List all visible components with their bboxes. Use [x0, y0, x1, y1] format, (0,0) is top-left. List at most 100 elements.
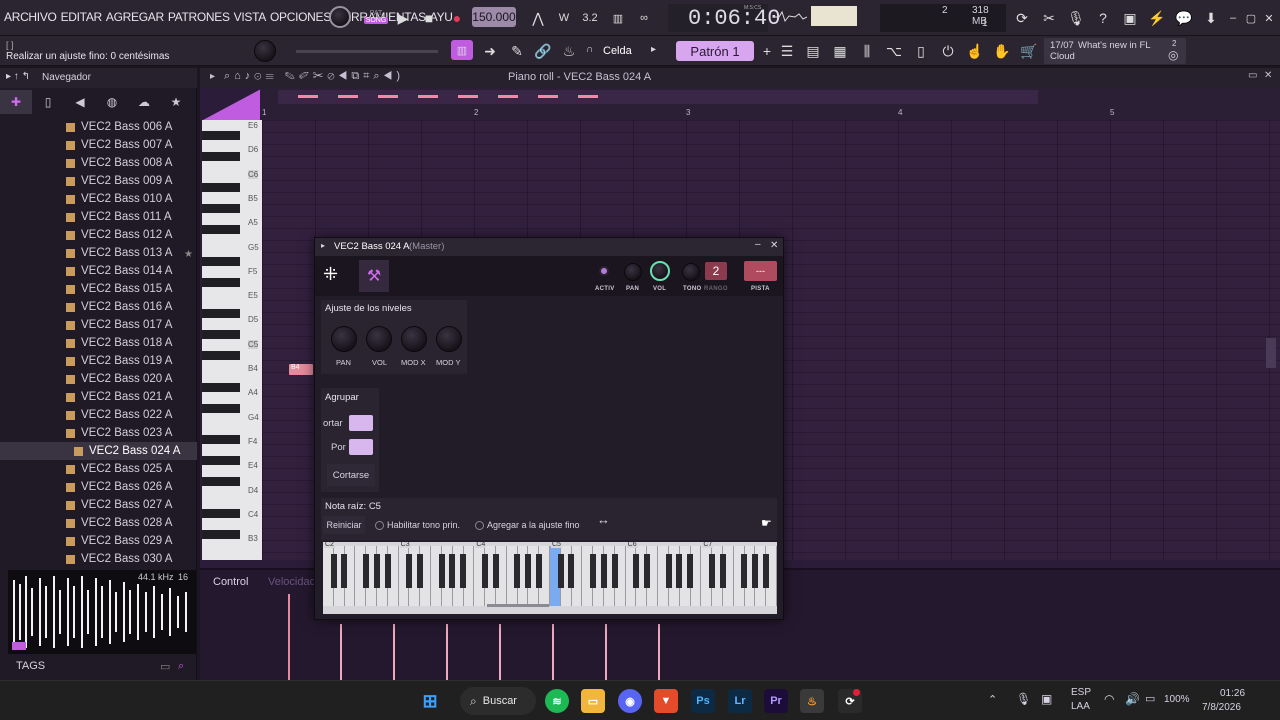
piano-roll-button[interactable]: ▥	[451, 40, 473, 60]
close-button[interactable]: ✕	[1260, 6, 1278, 30]
root-keyboard-black-key[interactable]	[384, 554, 391, 588]
plugin-button[interactable]: ⏻	[936, 39, 960, 63]
menu-archivo[interactable]: ARCHIVO	[4, 10, 57, 24]
folder-icon[interactable]: ▭	[160, 660, 170, 673]
root-keyboard-black-key[interactable]	[708, 554, 715, 588]
root-keyboard-black-key[interactable]	[514, 554, 521, 588]
note-b4[interactable]: B4	[289, 364, 313, 375]
piano-black-key[interactable]	[202, 183, 240, 192]
piano-black-key[interactable]	[202, 456, 240, 465]
velocity-bar[interactable]	[658, 624, 660, 682]
piano-keyboard[interactable]: E6 D6 C6 B5 A5 G5 F5 E5 D5 C5 B4 A4 G4 F4 E4 D4 C4 B3	[202, 120, 262, 560]
channel-rack-button[interactable]: ✎	[505, 39, 529, 63]
piano-roll-menu-arrow-icon[interactable]: ▸	[210, 71, 215, 82]
download-button[interactable]: ⬇	[1199, 6, 1223, 30]
piano-black-key[interactable]	[202, 277, 240, 287]
microphone-tray-icon[interactable]: 🎙	[1016, 692, 1031, 706]
root-keyboard-black-key[interactable]	[535, 554, 542, 588]
play-button[interactable]: ▶	[391, 6, 415, 30]
plugin-minimize-icon[interactable]: –	[755, 239, 761, 250]
piano-black-key[interactable]	[202, 403, 240, 413]
main-pitch-radio[interactable]	[375, 521, 384, 530]
browser-tab-web[interactable]: ◍	[96, 90, 128, 114]
root-note-keyboard[interactable]: C2C3C4C5C6C7C8	[323, 542, 777, 614]
pitch-knob[interactable]	[682, 263, 700, 281]
playlist-button[interactable]: ☰	[775, 39, 799, 63]
vertical-scrollbar[interactable]	[1266, 338, 1276, 368]
windows-start-icon[interactable]: ⊞	[418, 689, 442, 713]
menu-opciones[interactable]: OPCIONES	[270, 10, 331, 24]
premiere-icon[interactable]: Pr	[764, 689, 788, 713]
piano-black-key[interactable]	[202, 330, 240, 339]
wrench-tab-icon[interactable]: ⚒	[359, 260, 389, 292]
photoshop-icon[interactable]: Ps	[691, 689, 715, 713]
brave-icon[interactable]: ▼	[654, 689, 678, 713]
step-edit-button[interactable]: ▥	[606, 6, 630, 30]
sampler-wave-icon[interactable]: ⁜	[323, 264, 338, 285]
root-keyboard-black-key[interactable]	[676, 554, 683, 588]
performance-button[interactable]: ☝	[963, 39, 987, 63]
master-volume-knob[interactable]	[329, 6, 351, 28]
stamp-button[interactable]: ♨	[557, 39, 581, 63]
tools-button[interactable]: ✂	[1037, 6, 1061, 30]
reset-button[interactable]: Reiniciar	[323, 516, 365, 534]
volume-icon[interactable]: 🔊	[1125, 692, 1140, 706]
tags-label[interactable]: TAGS	[16, 660, 45, 672]
file-button[interactable]: ▯	[909, 39, 933, 63]
pr-close-icon[interactable]: ✕	[1264, 70, 1272, 81]
browser-list-item[interactable]: VEC2 Bass 013 A	[0, 244, 197, 262]
piano-black-key[interactable]	[202, 529, 240, 539]
news-panel[interactable]: 17/07 What's new in FL Cloud 2 ◎	[1044, 38, 1186, 64]
browser-list-item[interactable]: VEC2 Bass 016 A	[0, 298, 197, 316]
velocity-bar[interactable]	[340, 624, 342, 682]
browser-tab-files[interactable]: ▯	[32, 90, 64, 114]
level-vol-knob[interactable]	[366, 326, 392, 352]
browser-list-item[interactable]: VEC2 Bass 020 A	[0, 370, 197, 388]
metronome-button[interactable]: ⋀	[526, 6, 550, 30]
browser-tab-all[interactable]: ✚	[0, 90, 32, 114]
stop-button[interactable]: ■	[417, 6, 441, 30]
root-keyboard-black-key[interactable]	[762, 554, 769, 588]
piano-roll-view-button[interactable]: ▤	[801, 39, 825, 63]
master-pitch-slider[interactable]	[296, 50, 438, 53]
channel-rack-view-button[interactable]: ▦	[828, 39, 852, 63]
root-keyboard-black-key[interactable]	[752, 554, 759, 588]
cut-group-field[interactable]	[349, 415, 373, 431]
browser-list-item[interactable]: VEC2 Bass 007 A	[0, 136, 197, 154]
piano-black-key[interactable]	[202, 225, 240, 234]
root-keyboard-black-key[interactable]	[600, 554, 607, 588]
spotify-icon[interactable]: ≋	[545, 689, 569, 713]
plugin-manager-button[interactable]: ⚡	[1145, 6, 1169, 30]
tray-chevron-icon[interactable]: ⌃	[988, 693, 997, 706]
control-label[interactable]: Control	[213, 576, 248, 588]
root-keyboard-black-key[interactable]	[406, 554, 413, 588]
browser-list-item[interactable]: VEC2 Bass 021 A	[0, 388, 197, 406]
root-keyboard-black-key[interactable]	[568, 554, 575, 588]
velocity-bar[interactable]	[446, 624, 448, 682]
root-keyboard-black-key[interactable]	[644, 554, 651, 588]
root-keyboard-black-key[interactable]	[665, 554, 672, 588]
chat-button[interactable]: 💬	[1172, 6, 1196, 30]
root-keyboard-black-key[interactable]	[373, 554, 380, 588]
browser-list-item[interactable]: VEC2 Bass 029 A	[0, 532, 197, 550]
browser-list-item[interactable]: VEC2 Bass 017 A	[0, 316, 197, 334]
piano-black-key[interactable]	[202, 309, 240, 318]
lightroom-icon[interactable]: Lr	[728, 689, 752, 713]
plugin-menu-arrow-icon[interactable]: ▸	[321, 241, 325, 250]
language-code[interactable]: ESP	[1071, 687, 1091, 698]
volume-knob[interactable]	[650, 261, 670, 281]
pan-knob[interactable]	[624, 263, 642, 281]
browser-list-item[interactable]: VEC2 Bass 027 A	[0, 496, 197, 514]
browser-list-item[interactable]: VEC2 Bass 018 A	[0, 334, 197, 352]
countdown-button[interactable]: 3.2	[578, 6, 602, 30]
browser-list-item[interactable]: VEC2 Bass 009 A	[0, 172, 197, 190]
piano-black-key[interactable]	[202, 130, 240, 140]
maximize-button[interactable]: ▢	[1242, 6, 1260, 30]
main-pitch-knob[interactable]	[254, 40, 276, 62]
browser-list-item[interactable]: VEC2 Bass 010 A	[0, 190, 197, 208]
root-keyboard-black-key[interactable]	[362, 554, 369, 588]
root-keyboard-black-key[interactable]	[330, 554, 337, 588]
wait-input-button[interactable]: W	[552, 6, 576, 30]
root-keyboard-black-key[interactable]	[719, 554, 726, 588]
root-keyboard-black-key[interactable]	[525, 554, 532, 588]
